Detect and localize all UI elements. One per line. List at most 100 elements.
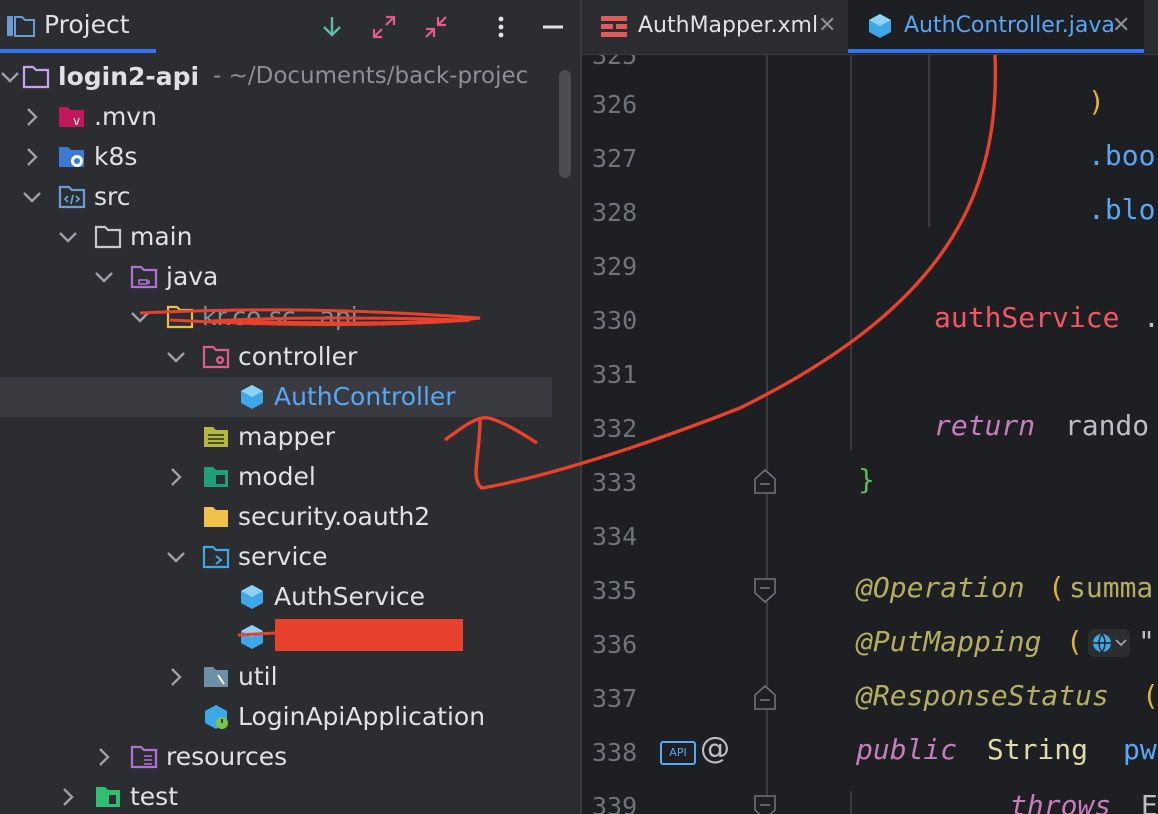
code-operation-annotation: @Operation <box>856 571 1025 604</box>
folder-panel-icon[interactable] <box>6 14 36 38</box>
tree-label: mapper <box>238 422 336 451</box>
tree-item-auth-service[interactable]: AuthService <box>0 577 552 617</box>
tree-label: src <box>94 182 131 211</box>
project-path: - ~/Documents/back-projec <box>213 63 529 89</box>
code-auth-service: authService <box>934 301 1120 334</box>
code-putmapping-annotation: @PutMapping <box>856 625 1042 658</box>
line-number: 335 <box>592 576 638 605</box>
tree-label: service <box>238 542 328 571</box>
chevron-right-icon[interactable] <box>166 667 186 687</box>
tree-item-service[interactable]: service <box>0 537 552 577</box>
code-line-326: ) <box>1088 85 1105 118</box>
line-number: 336 <box>592 630 638 659</box>
line-number: 329 <box>592 252 638 281</box>
code-summary-param: summa <box>1069 571 1154 604</box>
tab-auth-controller-java[interactable]: AuthController.java ✕ <box>848 0 1144 54</box>
tree-item-mapper[interactable]: mapper <box>0 417 552 457</box>
code-editor[interactable]: 325 326 327 328 329 330 331 332 333 334 … <box>582 55 1158 814</box>
project-panel-header: Project <box>0 0 580 54</box>
tree-label: model <box>238 462 316 491</box>
java-class-icon <box>869 14 891 38</box>
indent-guide <box>850 791 852 814</box>
chevron-right-icon[interactable] <box>22 107 42 127</box>
panel-title[interactable]: Project <box>44 10 130 39</box>
tree-item-k8s[interactable]: k8s <box>0 137 552 177</box>
tab-auth-mapper-xml[interactable]: AuthMapper.xml ✕ <box>582 0 848 54</box>
tree-item-model[interactable]: model <box>0 457 552 497</box>
tree-item-resources[interactable]: resources <box>0 737 552 777</box>
line-number: 333 <box>592 468 638 497</box>
chevron-right-icon[interactable] <box>94 747 114 767</box>
api-endpoint-badge[interactable]: API <box>660 741 696 765</box>
line-number: 328 <box>592 198 638 227</box>
options-menu-button[interactable] <box>486 12 516 42</box>
tree-label: main <box>130 222 193 251</box>
tree-item-java[interactable]: java <box>0 257 552 297</box>
tree-label: util <box>238 662 278 691</box>
collapse-all-button[interactable] <box>421 12 451 42</box>
tree-label: AuthController <box>274 382 456 411</box>
tree-item-login-api-application[interactable]: LoginApiApplication <box>0 697 552 737</box>
chevron-right-icon[interactable] <box>58 787 78 807</box>
code-throws-keyword: throws <box>1010 789 1112 814</box>
annotation-gutter-icon[interactable]: @ <box>700 731 730 766</box>
xml-file-icon <box>601 16 627 37</box>
scroll-from-source-button[interactable] <box>317 12 347 42</box>
java-class-icon <box>241 585 263 609</box>
code-return-type: String <box>970 733 1105 766</box>
chevron-right-icon[interactable] <box>166 467 186 487</box>
close-icon[interactable]: ✕ <box>818 13 836 38</box>
tree-item-mvn[interactable]: v .mvn <box>0 97 552 137</box>
fold-end-icon[interactable] <box>754 468 776 494</box>
code-paren: ( <box>1066 625 1083 658</box>
tree-item-test[interactable]: test <box>0 777 552 814</box>
line-number: 330 <box>592 306 638 335</box>
project-tool-window: Project login2-api - ~/Documents/back-pr… <box>0 0 580 814</box>
tree-item-src[interactable]: src <box>0 177 552 217</box>
close-icon[interactable]: ✕ <box>1112 13 1130 38</box>
url-inlay-hint[interactable] <box>1088 629 1130 657</box>
tree-item-package[interactable]: kr.co.sc...api <box>0 297 552 337</box>
service-folder-icon <box>202 545 230 569</box>
tab-label: AuthMapper.xml <box>638 13 819 38</box>
line-number: 326 <box>592 90 638 119</box>
line-number: 334 <box>592 522 638 551</box>
expand-all-button[interactable] <box>369 12 399 42</box>
chevron-down-icon[interactable] <box>130 307 150 327</box>
chevron-right-icon[interactable] <box>22 147 42 167</box>
fold-start-icon[interactable] <box>754 795 776 814</box>
code-string-quote: " <box>1138 625 1155 658</box>
resources-folder-icon <box>130 745 158 769</box>
chevron-down-icon[interactable] <box>94 267 114 287</box>
chevron-down-icon[interactable] <box>166 547 186 567</box>
tree-item-security[interactable]: security.oauth2 <box>0 497 552 537</box>
tree-item-auth-controller[interactable]: AuthController <box>0 377 552 417</box>
tree-item-util[interactable]: util <box>0 657 552 697</box>
chevron-down-icon[interactable] <box>0 67 20 87</box>
tree-item-controller[interactable]: controller <box>0 337 552 377</box>
minimize-icon <box>543 25 563 29</box>
tree-item-project-root[interactable]: login2-api - ~/Documents/back-projec <box>0 57 552 97</box>
hide-panel-button[interactable] <box>538 12 568 42</box>
code-responsestatus-annotation: @ResponseStatus <box>856 679 1109 712</box>
code-exception: E <box>1124 789 1158 814</box>
tree-label: java <box>166 262 219 291</box>
chevron-down-icon[interactable] <box>58 227 78 247</box>
expand-icon <box>372 15 396 39</box>
collapse-icon <box>425 16 447 38</box>
fold-start-icon[interactable] <box>754 578 776 604</box>
tree-item-redacted[interactable] <box>0 617 552 657</box>
tree-item-main[interactable]: main <box>0 217 552 257</box>
spring-boot-class-icon <box>205 705 228 729</box>
code-return-keyword: return <box>934 409 1036 442</box>
chevron-down-icon[interactable] <box>22 187 42 207</box>
tree-scrollbar[interactable] <box>559 70 571 178</box>
tree-label: controller <box>238 342 358 371</box>
code-closing-brace: } <box>858 463 875 496</box>
active-tab-indicator <box>848 49 1144 53</box>
mapper-folder-icon <box>204 427 228 447</box>
fold-end-icon[interactable] <box>754 684 776 710</box>
line-number: 332 <box>592 414 638 443</box>
test-folder-icon <box>96 787 120 807</box>
chevron-down-icon[interactable] <box>166 347 186 367</box>
